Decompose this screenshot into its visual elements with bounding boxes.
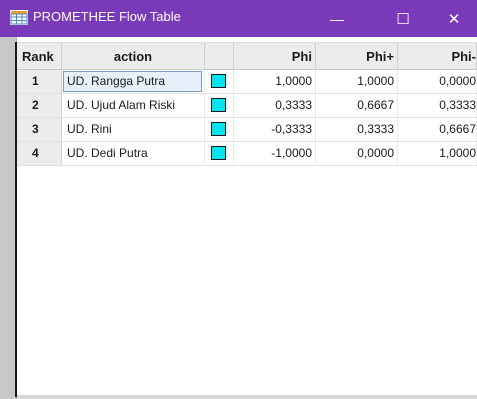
- rank-cell: 2: [17, 94, 62, 117]
- table-icon: [10, 10, 28, 25]
- maximize-icon: ☐: [396, 10, 410, 28]
- header-phi-plus[interactable]: Phi+: [316, 43, 398, 70]
- window-title: PROMETHEE Flow Table: [33, 9, 181, 24]
- minimize-button[interactable]: —: [314, 0, 360, 37]
- action-name: UD. Rangga Putra: [67, 74, 166, 88]
- phi-plus-cell: 0,6667: [316, 94, 398, 117]
- rank-cell: 4: [17, 142, 62, 165]
- header-action[interactable]: action: [62, 43, 205, 70]
- close-icon: ✕: [447, 10, 461, 28]
- maximize-button[interactable]: ☐: [380, 0, 426, 37]
- action-cell[interactable]: UD. Dedi Putra: [62, 142, 205, 165]
- header-phi[interactable]: Phi: [234, 43, 316, 70]
- close-button[interactable]: ✕: [431, 0, 477, 37]
- phi-minus-cell: 0,6667: [398, 118, 477, 141]
- action-cell[interactable]: UD. Ujud Alam Riski: [62, 94, 205, 117]
- action-name: UD. Ujud Alam Riski: [67, 98, 176, 112]
- header-color[interactable]: [205, 43, 234, 70]
- color-swatch: [211, 74, 226, 88]
- color-cell[interactable]: [205, 70, 234, 93]
- action-name: UD. Dedi Putra: [67, 146, 148, 160]
- phi-cell: -1,0000: [234, 142, 316, 165]
- phi-plus-cell: 0,3333: [316, 118, 398, 141]
- rank-cell: 3: [17, 118, 62, 141]
- color-cell[interactable]: [205, 94, 234, 117]
- action-cell[interactable]: UD. Rangga Putra: [62, 70, 205, 93]
- table-row[interactable]: 3 UD. Rini -0,3333 0,3333 0,6667: [17, 118, 477, 142]
- color-swatch: [211, 98, 226, 112]
- table-header: Rank action Phi Phi+ Phi-: [17, 42, 477, 70]
- table-row[interactable]: 4 UD. Dedi Putra -1,0000 0,0000 1,0000: [17, 142, 477, 166]
- table-row[interactable]: 2 UD. Ujud Alam Riski 0,3333 0,6667 0,33…: [17, 94, 477, 118]
- color-swatch: [211, 146, 226, 160]
- phi-minus-cell: 0,0000: [398, 70, 477, 93]
- phi-plus-cell: 0,0000: [316, 142, 398, 165]
- minimize-icon: —: [330, 10, 344, 27]
- table-row[interactable]: 1 UD. Rangga Putra 1,0000 1,0000 0,0000: [17, 70, 477, 94]
- phi-cell: 0,3333: [234, 94, 316, 117]
- phi-cell: -0,3333: [234, 118, 316, 141]
- action-cell[interactable]: UD. Rini: [62, 118, 205, 141]
- title-bar[interactable]: PROMETHEE Flow Table — ☐ ✕: [0, 0, 477, 37]
- phi-minus-cell: 1,0000: [398, 142, 477, 165]
- header-phi-minus[interactable]: Phi-: [398, 43, 477, 70]
- phi-cell: 1,0000: [234, 70, 316, 93]
- color-cell[interactable]: [205, 142, 234, 165]
- phi-plus-cell: 1,0000: [316, 70, 398, 93]
- rank-cell: 1: [17, 70, 62, 93]
- window-bottom-edge: [17, 395, 477, 399]
- header-rank[interactable]: Rank: [17, 43, 62, 70]
- color-swatch: [211, 122, 226, 136]
- phi-minus-cell: 0,3333: [398, 94, 477, 117]
- action-name: UD. Rini: [67, 122, 112, 136]
- color-cell[interactable]: [205, 118, 234, 141]
